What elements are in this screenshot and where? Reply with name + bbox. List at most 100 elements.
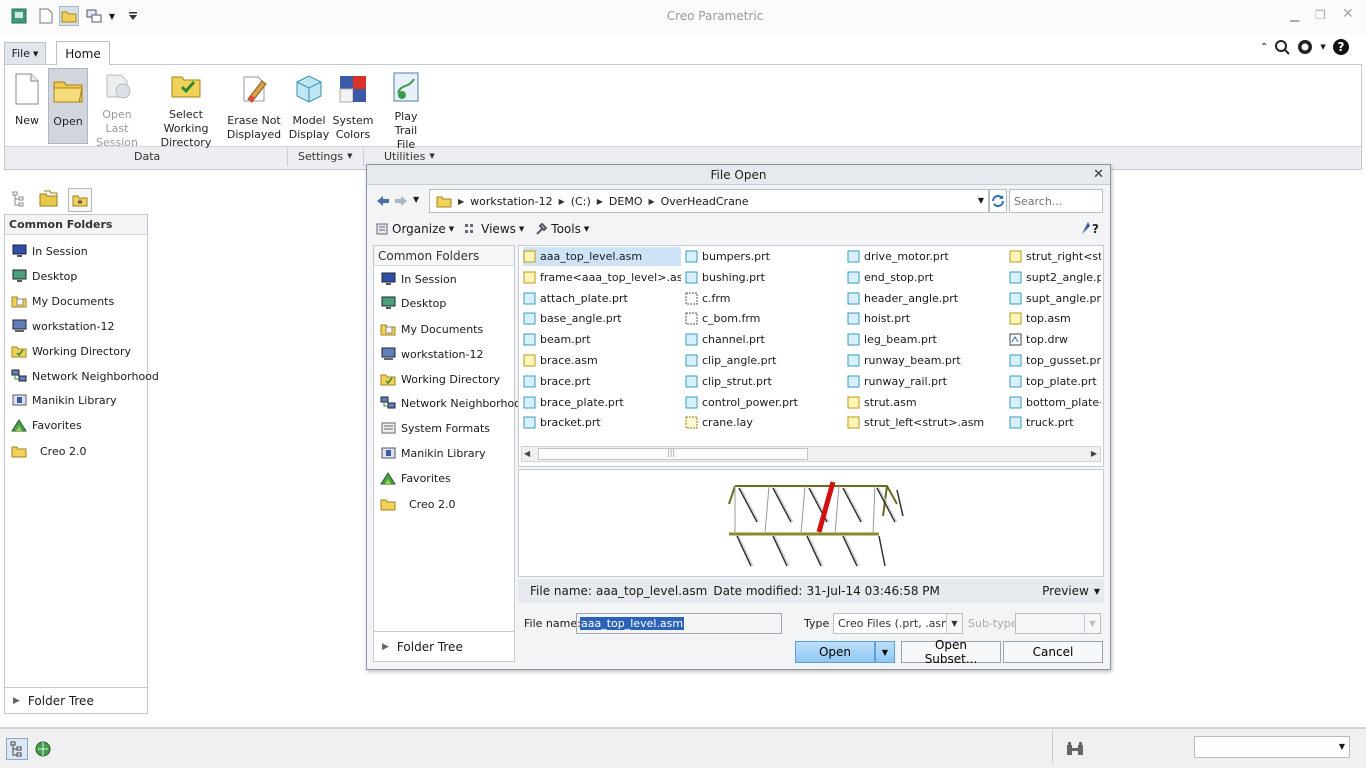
file-name-input[interactable]: aaa_top_level.asm bbox=[576, 613, 782, 634]
minimize-icon[interactable]: ▁ bbox=[1290, 8, 1299, 22]
back-arrow-icon[interactable] bbox=[375, 193, 391, 209]
dlg-folder-my-documents[interactable]: My Documents bbox=[380, 319, 483, 339]
open-button[interactable]: Open bbox=[48, 68, 88, 144]
file-item[interactable]: attach_plate.prt bbox=[523, 289, 681, 308]
file-item[interactable]: c.frm bbox=[685, 289, 843, 308]
address-field[interactable]: ▶ workstation-12 ▶ (C:) ▶ DEMO ▶ OverHea… bbox=[429, 189, 989, 213]
minimize-ribbon-icon[interactable]: ⌃ bbox=[1260, 42, 1268, 53]
file-item[interactable]: brace_plate.prt bbox=[523, 393, 681, 412]
help-icon[interactable]: ? bbox=[1332, 38, 1350, 56]
group-utilities[interactable]: Utilities ▼ bbox=[384, 150, 435, 163]
file-item[interactable]: control_power.prt bbox=[685, 393, 843, 412]
help-icon[interactable]: ? bbox=[1080, 220, 1099, 239]
dlg-folder-creo-2[interactable]: Creo 2.0 bbox=[380, 494, 455, 514]
crumb-drive[interactable]: (C:) bbox=[571, 195, 591, 208]
scrollbar-thumb[interactable]: ||| bbox=[538, 448, 808, 460]
file-item[interactable]: clip_angle.prt bbox=[685, 351, 843, 370]
file-item[interactable]: strut_right<stru bbox=[1009, 247, 1101, 266]
scroll-right-icon[interactable]: ▶ bbox=[1091, 449, 1097, 458]
forward-arrow-icon[interactable] bbox=[393, 193, 409, 209]
file-item[interactable]: bumpers.prt bbox=[685, 247, 843, 266]
file-item[interactable]: brace.prt bbox=[523, 372, 681, 391]
file-item[interactable]: drive_motor.prt bbox=[847, 247, 1005, 266]
open-subset-button[interactable]: Open Subset... bbox=[901, 638, 1001, 666]
tools-menu[interactable]: Tools ▼ bbox=[534, 222, 589, 236]
file-item[interactable]: leg_beam.prt bbox=[847, 330, 1005, 349]
file-item[interactable]: top_gusset.prt bbox=[1009, 351, 1101, 370]
file-item[interactable]: supt_angle.prt bbox=[1009, 289, 1101, 308]
favorites-tab-icon[interactable] bbox=[68, 188, 92, 212]
nav-item-working-directory[interactable]: Working Directory bbox=[11, 341, 131, 361]
file-item[interactable]: truck.prt bbox=[1009, 413, 1101, 432]
nav-item-desktop[interactable]: Desktop bbox=[11, 266, 77, 286]
community-icon[interactable] bbox=[1296, 38, 1314, 56]
dlg-folder-manikin-library[interactable]: Manikin Library bbox=[380, 443, 486, 463]
search-input[interactable] bbox=[1009, 189, 1103, 213]
dlg-folder-system-formats[interactable]: System Formats bbox=[380, 418, 490, 438]
file-item[interactable]: supt2_angle.prt bbox=[1009, 268, 1101, 287]
erase-not-displayed-button[interactable]: Erase Not Displayed bbox=[227, 68, 281, 144]
new-button[interactable]: New bbox=[8, 68, 46, 144]
file-item[interactable]: strut_left<strut>.asm bbox=[847, 413, 1005, 432]
file-item[interactable]: channel.prt bbox=[685, 330, 843, 349]
file-item[interactable]: bushing.prt bbox=[685, 268, 843, 287]
preview-toggle[interactable]: Preview ▼ bbox=[1042, 584, 1100, 598]
open-options-dropdown[interactable]: ▼ bbox=[875, 641, 895, 663]
select-working-directory-button[interactable]: Select Working Directory bbox=[148, 68, 224, 149]
model-display-button[interactable]: Model Display bbox=[288, 68, 330, 144]
cancel-button[interactable]: Cancel bbox=[1003, 641, 1103, 663]
views-menu[interactable]: Views ▼ bbox=[464, 222, 524, 236]
file-tab[interactable]: File ▼ bbox=[4, 42, 46, 64]
file-item[interactable]: base_angle.prt bbox=[523, 309, 681, 328]
restore-icon[interactable]: ❐ bbox=[1315, 8, 1326, 22]
file-type-dropdown[interactable]: Creo Files (.prt, .asm, ▼ bbox=[833, 613, 963, 634]
nav-item-creo-2[interactable]: Creo 2.0 bbox=[11, 441, 86, 461]
open-last-session-button[interactable]: Open Last Session bbox=[90, 68, 144, 149]
file-item[interactable]: end_stop.prt bbox=[847, 268, 1005, 287]
browser-icon[interactable] bbox=[32, 738, 54, 760]
file-item[interactable]: header_angle.prt bbox=[847, 289, 1005, 308]
folder-tree-toggle[interactable]: ▶ Folder Tree bbox=[5, 687, 147, 713]
nav-item-my-documents[interactable]: My Documents bbox=[11, 291, 114, 311]
show-navigator-icon[interactable] bbox=[6, 738, 28, 760]
dlg-folder-network-neighborhood[interactable]: Network Neighborhood bbox=[380, 393, 528, 413]
crumb-demo[interactable]: DEMO bbox=[609, 195, 643, 208]
dlg-folder-working-directory[interactable]: Working Directory bbox=[380, 369, 500, 389]
folder-browser-icon[interactable] bbox=[38, 188, 60, 210]
organize-menu[interactable]: Organize ▼ bbox=[375, 222, 454, 236]
file-item[interactable]: crane.lay bbox=[685, 413, 843, 432]
dlg-folder-desktop[interactable]: Desktop bbox=[380, 293, 446, 313]
horizontal-scrollbar[interactable]: ◀ ||| ▶ bbox=[521, 446, 1101, 462]
file-item[interactable]: top.asm bbox=[1009, 309, 1101, 328]
dlg-folder-favorites[interactable]: Favorites bbox=[380, 468, 451, 488]
close-icon[interactable]: ✕ bbox=[1093, 167, 1104, 182]
chevron-down-icon[interactable]: ▼ bbox=[1320, 43, 1325, 51]
crumb-overheadcrane[interactable]: OverHeadCrane bbox=[661, 195, 749, 208]
refresh-icon[interactable] bbox=[989, 189, 1007, 213]
file-item[interactable]: frame<aaa_top_level>.asm bbox=[523, 268, 681, 287]
crumb-workstation[interactable]: workstation-12 bbox=[470, 195, 552, 208]
file-item[interactable]: bracket.prt bbox=[523, 413, 681, 432]
close-icon[interactable]: ✕ bbox=[1342, 6, 1354, 22]
play-trail-file-button[interactable]: Play Trail File bbox=[384, 68, 428, 151]
open-button[interactable]: Open bbox=[795, 641, 875, 663]
group-settings[interactable]: Settings ▼ bbox=[298, 150, 353, 163]
file-item[interactable]: runway_rail.prt bbox=[847, 372, 1005, 391]
scroll-left-icon[interactable]: ◀ bbox=[524, 449, 530, 458]
file-item[interactable]: strut.asm bbox=[847, 393, 1005, 412]
file-item[interactable]: beam.prt bbox=[523, 330, 681, 349]
selection-filter-dropdown[interactable]: ▼ bbox=[1194, 736, 1350, 758]
search-icon[interactable] bbox=[1274, 39, 1291, 55]
dlg-folder-workstation[interactable]: workstation-12 bbox=[380, 344, 483, 364]
chevron-down-icon[interactable]: ▼ bbox=[413, 195, 419, 204]
chevron-down-icon[interactable]: ▼ bbox=[978, 196, 984, 205]
nav-item-favorites[interactable]: Favorites bbox=[11, 415, 82, 435]
file-item[interactable]: clip_strut.prt bbox=[685, 372, 843, 391]
file-item[interactable]: top.drw bbox=[1009, 330, 1101, 349]
nav-item-in-session[interactable]: In Session bbox=[11, 241, 88, 261]
file-item[interactable]: hoist.prt bbox=[847, 309, 1005, 328]
nav-item-workstation[interactable]: workstation-12 bbox=[11, 316, 114, 336]
system-colors-button[interactable]: System Colors bbox=[332, 68, 374, 144]
file-item[interactable]: c_bom.frm bbox=[685, 309, 843, 328]
smart-filter-icon[interactable] bbox=[1064, 738, 1086, 760]
